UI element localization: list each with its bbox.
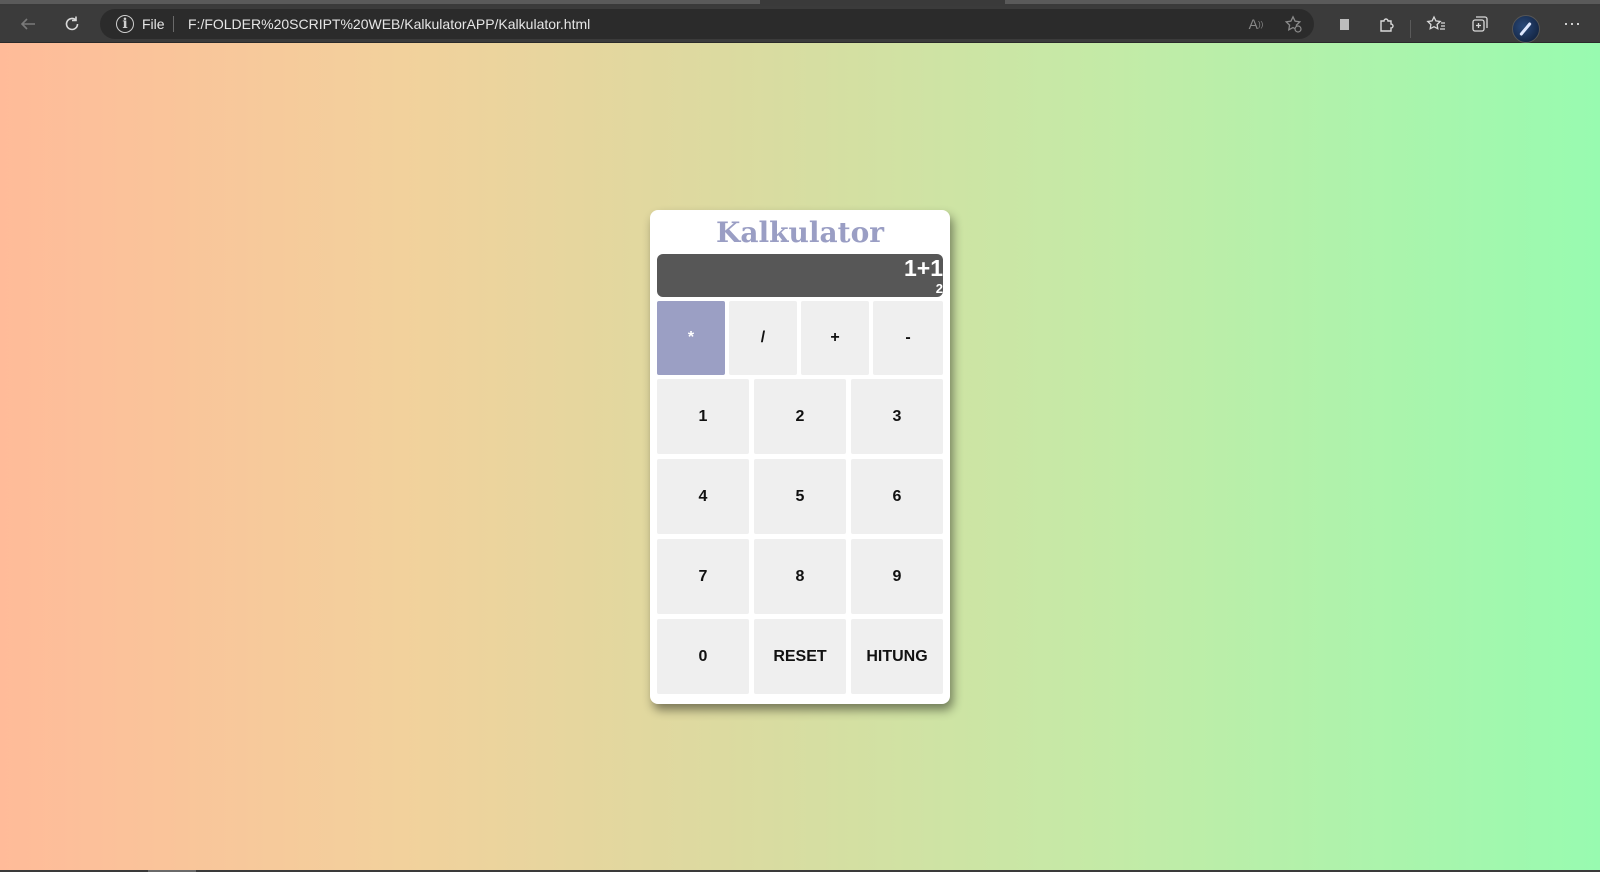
digit-1-button[interactable]: 1 [657, 379, 749, 454]
calculator-title: Kalkulator [715, 216, 884, 249]
digit-5-button[interactable]: 5 [754, 459, 846, 534]
browser-toolbar: i File F:/FOLDER%20SCRIPT%20WEB/Kalkulat… [0, 6, 1600, 43]
add-button[interactable]: + [801, 301, 869, 375]
info-icon[interactable]: i [116, 15, 134, 33]
calculator-card: Kalkulator 1+1 2 * / + - 1 2 3 4 5 6 7 8… [650, 210, 950, 704]
address-url[interactable]: F:/FOLDER%20SCRIPT%20WEB/KalkulatorAPP/K… [188, 16, 590, 32]
square-icon[interactable] [1330, 10, 1358, 38]
digit-0-button[interactable]: 0 [657, 619, 749, 694]
refresh-icon[interactable] [58, 10, 86, 38]
subtract-button[interactable]: - [873, 301, 943, 375]
digit-3-button[interactable]: 3 [851, 379, 943, 454]
read-aloud-icon[interactable]: A)) [1245, 14, 1267, 34]
more-icon[interactable]: ⋯ [1558, 10, 1586, 38]
display-expression: 1+1 [903, 255, 943, 281]
collections-icon[interactable] [1466, 10, 1494, 38]
puzzle-icon[interactable] [1373, 10, 1401, 38]
favorites-icon[interactable] [1422, 10, 1450, 38]
address-bar[interactable]: i File F:/FOLDER%20SCRIPT%20WEB/Kalkulat… [100, 9, 1314, 39]
digit-6-button[interactable]: 6 [851, 459, 943, 534]
star-add-icon[interactable] [1282, 14, 1304, 34]
address-scheme-label: File [142, 16, 165, 32]
digit-2-button[interactable]: 2 [754, 379, 846, 454]
tab-active[interactable] [0, 0, 760, 4]
multiply-button[interactable]: * [657, 301, 725, 375]
address-divider [173, 16, 174, 32]
tab-inactive[interactable] [1005, 0, 1600, 4]
page-background: Kalkulator 1+1 2 * / + - 1 2 3 4 5 6 7 8… [0, 43, 1600, 870]
display-result: 2 [935, 281, 943, 296]
arrow-left-icon[interactable] [14, 10, 42, 38]
digit-7-button[interactable]: 7 [657, 539, 749, 614]
reset-button[interactable]: RESET [754, 619, 846, 694]
digit-4-button[interactable]: 4 [657, 459, 749, 534]
digit-8-button[interactable]: 8 [754, 539, 846, 614]
divide-button[interactable]: / [729, 301, 797, 375]
digit-9-button[interactable]: 9 [851, 539, 943, 614]
profile-avatar[interactable] [1512, 15, 1540, 43]
hitung-button[interactable]: HITUNG [851, 619, 943, 694]
calculator-display: 1+1 2 [657, 254, 943, 297]
toolbar-divider [1410, 20, 1411, 38]
